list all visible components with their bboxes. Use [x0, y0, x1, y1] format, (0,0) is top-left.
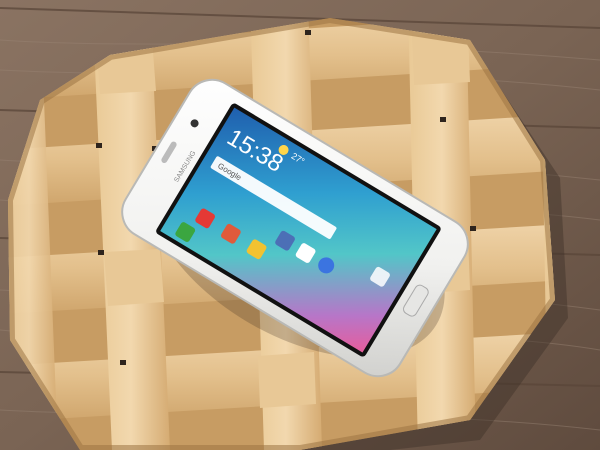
photo-illustration: SAMSUNG 15:38 27° Google [0, 0, 600, 450]
photo-scene: SAMSUNG 15:38 27° Google [0, 0, 600, 450]
